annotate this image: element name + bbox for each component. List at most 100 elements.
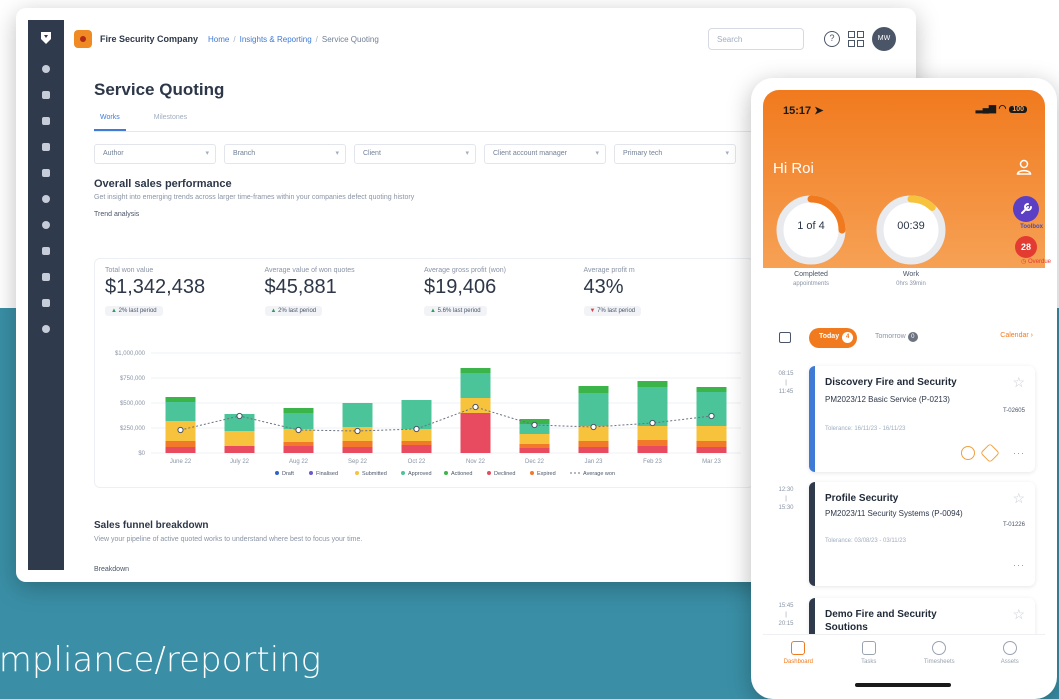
sidebar-document-icon[interactable] (28, 108, 64, 134)
apps-grid-icon[interactable] (848, 31, 864, 47)
breadcrumb-insights[interactable]: Insights & Reporting (240, 35, 312, 44)
sales-funnel-title: Sales funnel breakdown (94, 520, 209, 531)
caption-text: ompliance/reporting (0, 640, 322, 680)
sidebar-wrench-icon[interactable] (28, 290, 64, 316)
globe-icon[interactable] (961, 446, 975, 460)
profile-icon[interactable] (1015, 158, 1033, 176)
chart-x-tick-label: June 22 (170, 459, 192, 465)
chart-x-tick-label: July 22 (230, 459, 250, 465)
tag-icon[interactable] (980, 443, 1000, 463)
chart-x-tick-label: Feb 23 (643, 459, 662, 465)
chart-bar-segment (401, 445, 432, 453)
nav-timesheets[interactable]: Timesheets (904, 635, 975, 684)
sidebar-list-icon[interactable] (28, 82, 64, 108)
toolbox-label[interactable]: Toolbox (1020, 224, 1043, 230)
appointment-start: 12:30 (778, 487, 794, 493)
completed-appointments-ring[interactable]: 1 of 4 (775, 194, 847, 266)
chart-legend-label: Submitted (362, 471, 387, 477)
nav-tasks[interactable]: Tasks (834, 635, 905, 684)
appointment-item[interactable]: 12:30 | 15:30 Profile Security ☆ PM2023/11… (763, 482, 1045, 588)
chart-bar-segment (342, 441, 373, 447)
status-icons: ▂▄▆ ◠ 100 (976, 103, 1027, 114)
chart-legend-swatch (355, 471, 359, 475)
ring-caption: Work 0hrs 39min (866, 270, 956, 289)
tab-tomorrow[interactable]: Tomorrow 0 (875, 332, 918, 342)
star-icon[interactable]: ☆ (1012, 606, 1025, 623)
help-icon[interactable]: ? (824, 31, 840, 47)
appointment-card[interactable]: Profile Security ☆ PM2023/11 Security Sy… (809, 482, 1035, 586)
app-logo-icon[interactable] (28, 20, 64, 56)
appointment-card[interactable]: Discovery Fire and Security ☆ PM2023/12 … (809, 366, 1035, 472)
chart-bar-segment (696, 392, 727, 426)
nav-assets[interactable]: Assets (975, 635, 1046, 684)
tab-milestones[interactable]: Milestones (148, 114, 193, 131)
more-icon[interactable]: ··· (1013, 560, 1025, 570)
chart-bar-segment (637, 446, 668, 453)
bottom-nav: Dashboard Tasks Timesheets Assets (763, 634, 1045, 684)
sidebar-clipboard-icon[interactable] (28, 264, 64, 290)
greeting: Hi Roi (773, 160, 814, 177)
appointment-subtitle: PM2023/12 Basic Service (P-0213) (825, 395, 950, 404)
chart-y-tick-label: $750,000 (120, 376, 146, 382)
avatar[interactable]: MW (872, 27, 896, 51)
appointment-start: 15:45 (778, 603, 794, 609)
kpi-delta: ▲ 5.6% last period (424, 306, 487, 316)
chart-average-point (708, 412, 715, 420)
chart-average-point (649, 419, 656, 427)
today-count-badge: 4 (842, 332, 854, 343)
overdue-count-badge[interactable]: 28 (1015, 236, 1037, 258)
appointment-status-bar (809, 482, 815, 586)
tasks-icon (861, 641, 876, 655)
chart-bar-segment (224, 431, 255, 446)
calendar-link-label: Calendar (1000, 332, 1029, 339)
star-icon[interactable]: ☆ (1012, 374, 1025, 391)
appointment-subtitle: PM2023/11 Security Systems (P-0094) (825, 509, 963, 518)
filter-author[interactable]: Author (94, 144, 216, 164)
sidebar-settings-icon[interactable] (28, 186, 64, 212)
kpi-delta-text: 7% last period (597, 308, 636, 314)
filter-primary-tech[interactable]: Primary tech (614, 144, 736, 164)
battery-icon: 100 (1009, 106, 1027, 113)
appointment-end: 11:45 (778, 389, 794, 395)
chart-bar-segment (224, 446, 255, 453)
filter-client[interactable]: Client (354, 144, 476, 164)
breadcrumb: Home / Insights & Reporting / Service Qu… (208, 35, 383, 44)
clock-icon: ◷ (1021, 259, 1028, 265)
chart-average-point (413, 425, 420, 433)
tab-works[interactable]: Works (94, 114, 126, 131)
filter-client-account-manager[interactable]: Client account manager (484, 144, 606, 164)
tab-today-label: Today (819, 333, 840, 340)
toolbox-wrench-icon[interactable] (1013, 196, 1039, 222)
star-icon[interactable]: ☆ (1012, 490, 1025, 507)
appointment-item[interactable]: 08:15 | 11:45 Discovery Fire and Security … (763, 366, 1045, 476)
sidebar-dashboard-icon[interactable] (28, 56, 64, 82)
work-time-ring[interactable]: 00:39 (875, 194, 947, 266)
kpi-delta-text: 2% last period (278, 308, 317, 314)
calendar-icon[interactable] (779, 332, 791, 343)
chart-average-point (354, 427, 361, 435)
sidebar-folder-icon[interactable] (28, 134, 64, 160)
appointment-code: T-02605 (1002, 408, 1025, 414)
overdue-label[interactable]: ◷ Overdue (1021, 258, 1051, 265)
search-input[interactable]: Search (708, 28, 804, 50)
filter-branch[interactable]: Branch (224, 144, 346, 164)
breadcrumb-separator: / (233, 34, 236, 44)
sidebar-table-icon[interactable] (28, 160, 64, 186)
sidebar-user-icon[interactable] (28, 212, 64, 238)
sales-funnel-description: View your pipeline of active quoted work… (94, 536, 363, 543)
chart-bar-segment (519, 448, 550, 453)
tab-today[interactable]: Today 4 (809, 328, 858, 348)
ring-caption-main: Work (902, 271, 920, 278)
appointment-item[interactable]: 15:45 | 20:15 Demo Fire and Security Souti… (763, 598, 1045, 644)
chart-bar-segment (283, 408, 314, 413)
chart-legend-label: Draft (282, 471, 294, 477)
kpi-profit-margin: Average profit m 43% ▼ 7% last period (583, 267, 744, 317)
kpi-value: $19,406 (424, 276, 497, 298)
more-icon[interactable]: ··· (1013, 448, 1025, 458)
tomorrow-count-badge: 0 (907, 332, 918, 342)
calendar-link[interactable]: Calendar › (1000, 332, 1033, 339)
sidebar-camera-icon[interactable] (28, 238, 64, 264)
nav-dashboard[interactable]: Dashboard (763, 635, 834, 684)
breadcrumb-home[interactable]: Home (208, 35, 229, 44)
sidebar-search-icon[interactable] (28, 316, 64, 342)
